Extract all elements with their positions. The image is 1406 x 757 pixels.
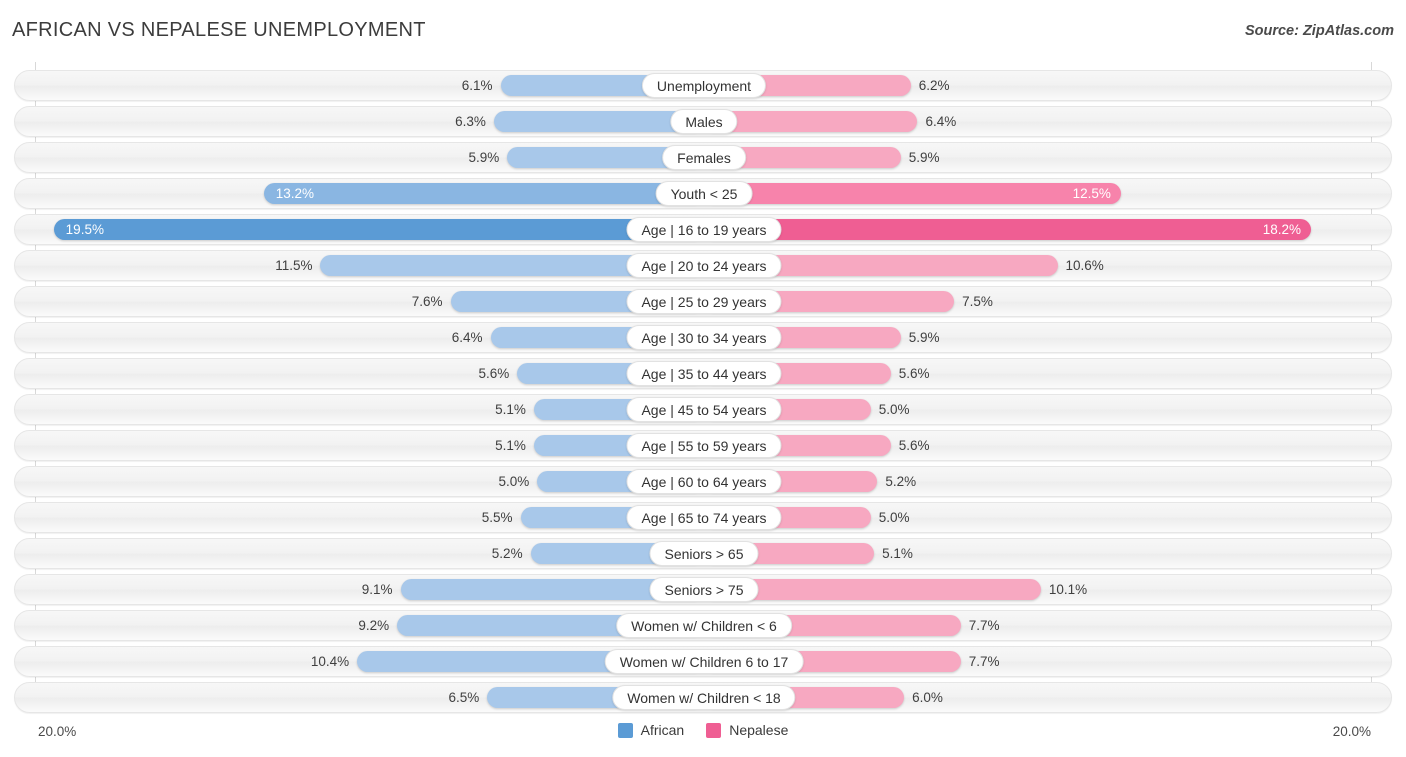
bar-value-nepalese: 5.1%	[882, 546, 913, 561]
bar-value-african: 6.1%	[461, 78, 493, 93]
bar-value-nepalese: 5.9%	[908, 150, 940, 165]
bar-value-nepalese: 5.2%	[885, 474, 917, 489]
legend-item-nepalese[interactable]: Nepalese	[706, 722, 788, 738]
bar-value-african: 5.5%	[481, 510, 513, 525]
bar-value-nepalese: 10.6%	[1065, 258, 1104, 273]
category-label-pill: Age | 65 to 74 years	[626, 505, 782, 530]
bar-value-nepalese: 12.5%	[1072, 186, 1111, 201]
bar-value-african: 19.5%	[65, 222, 104, 237]
bar-value-african: 6.3%	[455, 114, 486, 129]
bar-value-african: 5.0%	[498, 474, 530, 489]
legend-label: African	[640, 722, 685, 738]
category-label-pill: Women w/ Children < 18	[612, 685, 796, 710]
category-label-pill: Age | 60 to 64 years	[626, 469, 782, 494]
category-label-pill: Age | 25 to 29 years	[626, 289, 782, 314]
bar-value-nepalese: 5.0%	[878, 402, 910, 417]
chart-header: AFRICAN VS NEPALESE UNEMPLOYMENT Source:…	[0, 0, 1406, 62]
table-row: 6.5% 6.0% Women w/ Children < 18	[14, 682, 1392, 713]
bar-value-nepalese: 5.6%	[898, 438, 930, 453]
category-label-pill: Seniors > 65	[649, 541, 759, 566]
source-attribution: Source: ZipAtlas.com	[1244, 23, 1394, 39]
bar-nepalese	[704, 183, 1121, 204]
table-row: 5.5% 5.0% Age | 65 to 74 years	[14, 502, 1392, 533]
table-row: 6.3% 6.4% Males	[14, 106, 1392, 137]
category-label-pill: Females	[662, 145, 746, 170]
bar-value-african: 5.6%	[478, 366, 510, 381]
category-label-pill: Age | 30 to 34 years	[626, 325, 782, 350]
diverging-bar-chart: 6.1% 6.2% Unemployment 6.3% 6.4% Males 5.9% 5.9…	[0, 62, 1406, 713]
bar-value-nepalese: 7.7%	[968, 618, 1000, 633]
bar-value-african: 9.2%	[358, 618, 390, 633]
bar-value-nepalese: 10.1%	[1048, 582, 1088, 597]
bar-african	[53, 219, 704, 240]
table-row: 9.2% 7.7% Women w/ Children < 6	[14, 610, 1392, 641]
bar-value-nepalese: 6.0%	[912, 690, 943, 705]
bar-value-nepalese: 5.0%	[878, 510, 910, 525]
table-row: 5.1% 5.0% Age | 45 to 54 years	[14, 394, 1392, 425]
category-label-pill: Youth < 25	[655, 181, 753, 206]
category-label-pill: Age | 20 to 24 years	[626, 253, 782, 278]
bar-value-african: 5.9%	[468, 150, 500, 165]
category-label-pill: Age | 55 to 59 years	[626, 433, 782, 458]
bar-value-african: 5.1%	[495, 438, 526, 453]
bar-value-african: 11.5%	[275, 258, 313, 273]
table-row: 11.5% 10.6% Age | 20 to 24 years	[14, 250, 1392, 281]
legend-item-african[interactable]: African	[617, 722, 685, 738]
table-row: 5.9% 5.9% Females	[14, 142, 1392, 173]
category-label-pill: Women w/ Children 6 to 17	[604, 649, 804, 674]
category-label-pill: Unemployment	[641, 73, 767, 98]
table-row: 6.1% 6.2% Unemployment	[14, 70, 1392, 101]
bar-value-african: 10.4%	[310, 654, 350, 669]
bar-value-nepalese: 7.7%	[968, 654, 1000, 669]
bar-value-nepalese: 5.6%	[898, 366, 930, 381]
bar-value-african: 5.1%	[495, 402, 526, 417]
bar-value-african: 7.6%	[411, 294, 443, 309]
chart-legend: African Nepalese	[0, 722, 1406, 738]
category-label-pill: Age | 35 to 44 years	[626, 361, 782, 386]
table-row: 5.1% 5.6% Age | 55 to 59 years	[14, 430, 1392, 461]
bar-value-african: 13.2%	[275, 186, 315, 201]
page-title: AFRICAN VS NEPALESE UNEMPLOYMENT	[12, 19, 426, 41]
bar-african	[263, 183, 704, 204]
table-row: 9.1% 10.1% Seniors > 75	[14, 574, 1392, 605]
category-label-pill: Women w/ Children < 6	[616, 613, 792, 638]
bar-value-nepalese: 6.4%	[925, 114, 957, 129]
table-row: 19.5% 18.2% Age | 16 to 19 years	[14, 214, 1392, 245]
table-row: 10.4% 7.7% Women w/ Children 6 to 17	[14, 646, 1392, 677]
table-row: 5.2% 5.1% Seniors > 65	[14, 538, 1392, 569]
category-label-pill: Age | 16 to 19 years	[626, 217, 782, 242]
bar-nepalese	[704, 219, 1311, 240]
bar-value-african: 5.2%	[491, 546, 523, 561]
category-label-pill: Males	[670, 109, 738, 134]
table-row: 5.0% 5.2% Age | 60 to 64 years	[14, 466, 1392, 497]
category-label-pill: Seniors > 75	[649, 577, 759, 602]
square-swatch-icon	[617, 722, 633, 738]
bar-value-nepalese: 7.5%	[962, 294, 993, 309]
bar-value-african: 9.1%	[361, 582, 393, 597]
legend-label: Nepalese	[729, 722, 789, 738]
square-swatch-icon	[706, 722, 722, 738]
category-label-pill: Age | 45 to 54 years	[626, 397, 782, 422]
bar-value-nepalese: 5.9%	[908, 330, 940, 345]
table-row: 13.2% 12.5% Youth < 25	[14, 178, 1392, 209]
bar-value-african: 6.4%	[451, 330, 483, 345]
chart-footer: 20.0% 20.0% African Nepalese	[0, 710, 1406, 757]
bar-value-nepalese: 18.2%	[1262, 222, 1301, 237]
table-row: 6.4% 5.9% Age | 30 to 34 years	[14, 322, 1392, 353]
bar-value-african: 6.5%	[448, 690, 480, 705]
table-row: 7.6% 7.5% Age | 25 to 29 years	[14, 286, 1392, 317]
table-row: 5.6% 5.6% Age | 35 to 44 years	[14, 358, 1392, 389]
bar-value-nepalese: 6.2%	[918, 78, 950, 93]
